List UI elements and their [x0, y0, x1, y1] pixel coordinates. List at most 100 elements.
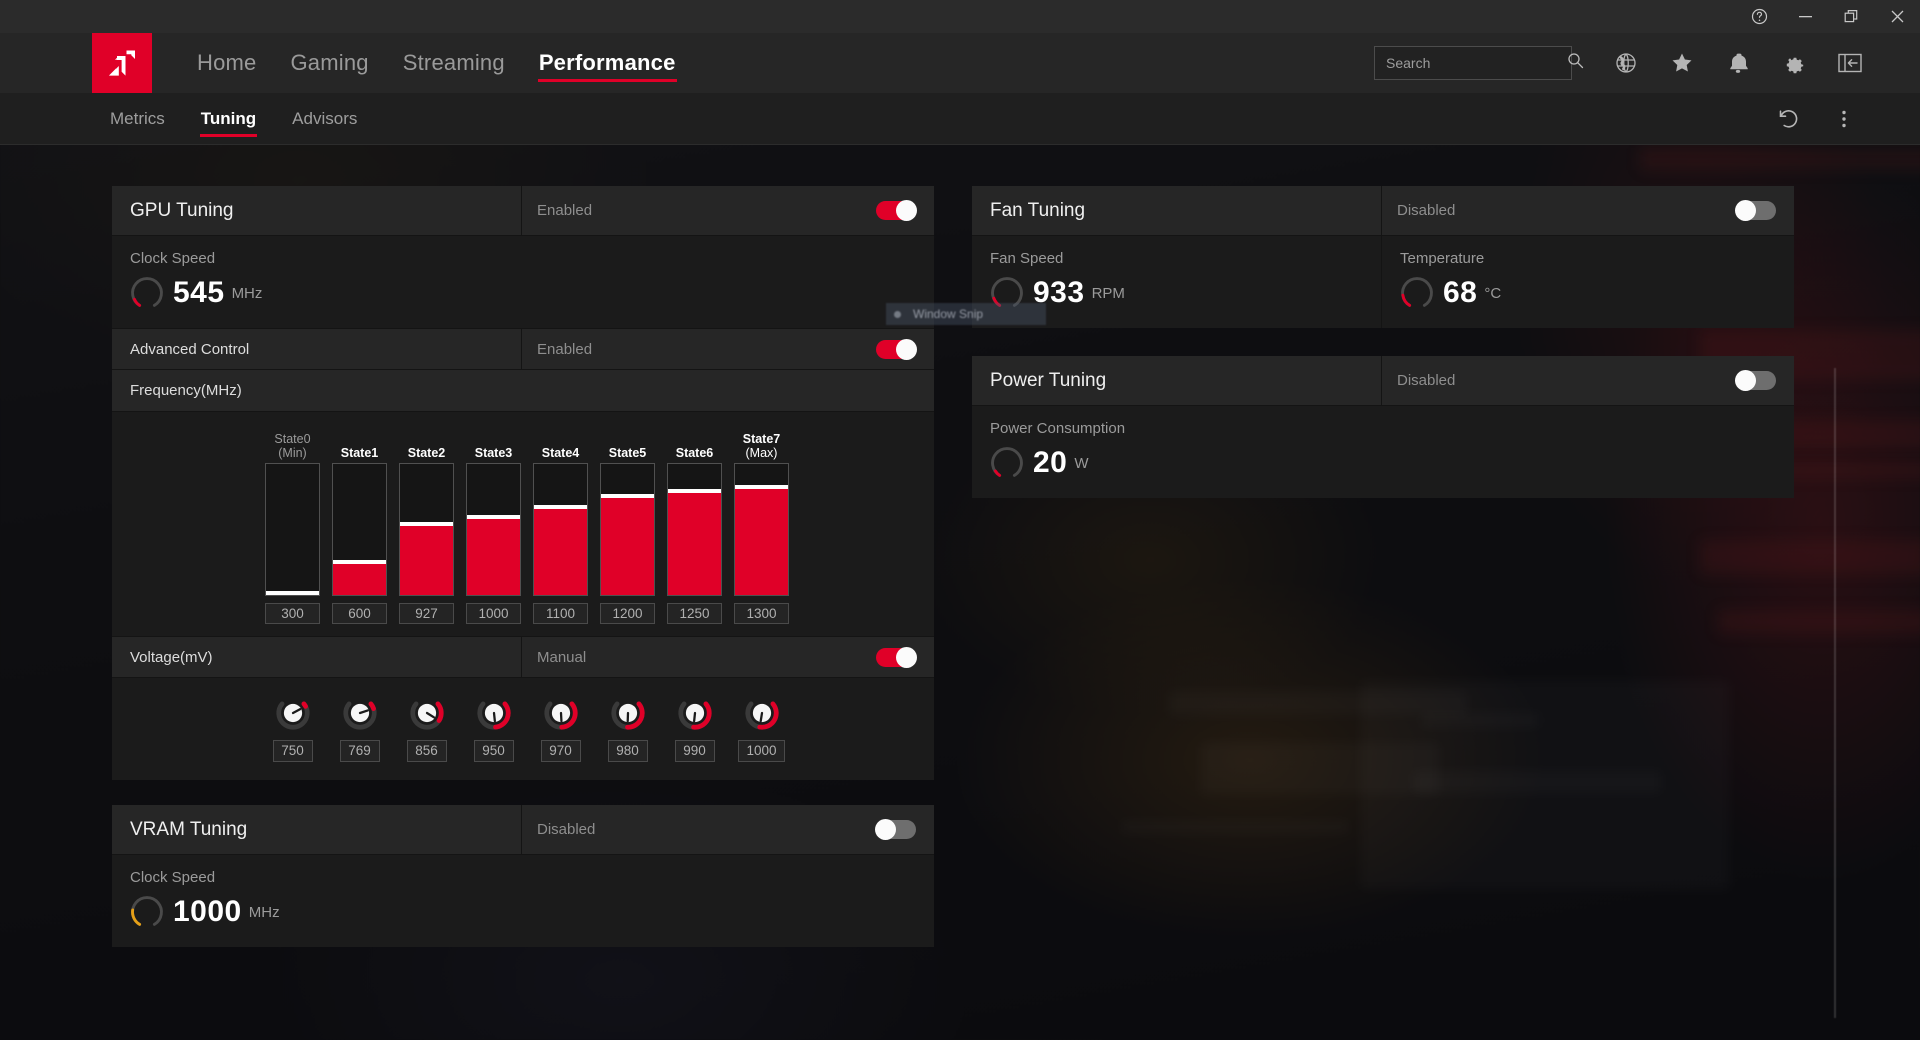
frequency-state-input[interactable]: 1000: [466, 603, 521, 624]
vram-tuning-toggle-row[interactable]: Disabled: [522, 805, 934, 854]
restore-button[interactable]: [1828, 0, 1874, 33]
vram-clock-speed-body: Clock Speed 1000 MHz: [112, 855, 934, 947]
reset-icon[interactable]: [1760, 96, 1816, 142]
help-button[interactable]: [1736, 0, 1782, 33]
voltage-row: Voltage(mV) Manual: [112, 636, 934, 678]
frequency-state-handle[interactable]: [534, 505, 587, 509]
minimize-button[interactable]: [1782, 0, 1828, 33]
search-icon[interactable]: [1567, 52, 1584, 74]
voltage-knob[interactable]: [676, 694, 714, 732]
power-tuning-header: Power Tuning Disabled: [972, 356, 1794, 406]
frequency-state-handle[interactable]: [601, 494, 654, 498]
voltage-knob-column: 950: [460, 694, 527, 762]
frequency-state-slider[interactable]: [533, 463, 588, 596]
voltage-knob[interactable]: [341, 694, 379, 732]
tab-advisors[interactable]: Advisors: [274, 93, 375, 145]
voltage-knob[interactable]: [542, 694, 580, 732]
frequency-state-fill: [467, 519, 520, 595]
power-consumption-body: Power Consumption 20 W: [972, 406, 1794, 498]
gear-icon[interactable]: [1766, 41, 1822, 85]
voltage-input[interactable]: 1000: [738, 740, 785, 762]
advanced-control-toggle[interactable]: [876, 338, 917, 360]
fan-tuning-toggle[interactable]: [1735, 200, 1776, 221]
voltage-input[interactable]: 980: [607, 740, 648, 762]
gpu-clock-speed-body: Clock Speed 545 MHz: [112, 236, 934, 328]
voltage-knob[interactable]: [743, 694, 781, 732]
frequency-state-input[interactable]: 1300: [734, 603, 789, 624]
gpu-tuning-toggle-row[interactable]: Enabled: [522, 186, 934, 235]
voltage-input[interactable]: 856: [406, 740, 447, 762]
nav-link-streaming[interactable]: Streaming: [386, 33, 522, 93]
frequency-state-handle[interactable]: [467, 515, 520, 519]
frequency-state-input[interactable]: 1200: [600, 603, 655, 624]
voltage-input[interactable]: 750: [272, 740, 313, 762]
amd-logo-icon[interactable]: [92, 33, 152, 93]
more-options-icon[interactable]: [1816, 96, 1872, 142]
frequency-state-slider[interactable]: [265, 463, 320, 596]
frequency-state-slider[interactable]: [734, 463, 789, 596]
power-tuning-toggle-row[interactable]: Disabled: [1382, 356, 1794, 405]
tab-tuning[interactable]: Tuning: [183, 93, 274, 145]
nav-link-home[interactable]: Home: [180, 33, 274, 93]
fan-tuning-state-label: Disabled: [1397, 202, 1456, 219]
voltage-knob[interactable]: [475, 694, 513, 732]
tab-metrics[interactable]: Metrics: [92, 93, 183, 145]
search-input[interactable]: [1386, 55, 1567, 71]
frequency-state-column: State1 600: [326, 426, 393, 624]
frequency-section-label: Frequency(MHz): [112, 370, 934, 412]
frequency-state-handle[interactable]: [400, 522, 453, 526]
frequency-state-label: State6: [675, 446, 714, 460]
vram-tuning-header: VRAM Tuning Disabled: [112, 805, 934, 855]
frequency-state-handle[interactable]: [333, 560, 386, 564]
frequency-state-label: State3: [474, 446, 513, 460]
power-tuning-toggle[interactable]: [1735, 370, 1776, 391]
search-box[interactable]: [1374, 46, 1584, 80]
vram-tuning-toggle[interactable]: [875, 819, 916, 840]
globe-icon[interactable]: [1598, 41, 1654, 85]
voltage-input[interactable]: 970: [540, 740, 581, 762]
frequency-state-input[interactable]: 1100: [533, 603, 588, 624]
voltage-toggle-row[interactable]: Manual: [522, 637, 934, 677]
frequency-state-input[interactable]: 300: [265, 603, 320, 624]
nav-link-label: Home: [197, 50, 257, 75]
voltage-input[interactable]: 990: [674, 740, 715, 762]
voltage-knob[interactable]: [274, 694, 312, 732]
frequency-state-slider[interactable]: [399, 463, 454, 596]
voltage-input[interactable]: 950: [473, 740, 514, 762]
frequency-state-label: State4: [541, 446, 580, 460]
nav-link-gaming[interactable]: Gaming: [274, 33, 386, 93]
voltage-toggle[interactable]: [876, 646, 917, 668]
panel-collapse-icon[interactable]: [1822, 41, 1878, 85]
frequency-state-slider[interactable]: [667, 463, 722, 596]
vram-clock-speed-gauge: [130, 895, 164, 929]
voltage-knob[interactable]: [609, 694, 647, 732]
fan-tuning-toggle-row[interactable]: Disabled: [1382, 186, 1794, 235]
gpu-tuning-state-label: Enabled: [537, 202, 593, 219]
advanced-control-toggle-row[interactable]: Enabled: [522, 329, 934, 369]
frequency-state-slider[interactable]: [466, 463, 521, 596]
voltage-input[interactable]: 769: [339, 740, 380, 762]
voltage-knob[interactable]: [408, 694, 446, 732]
frequency-state-fill: [735, 489, 788, 595]
frequency-state-slider[interactable]: [600, 463, 655, 596]
frequency-state-input[interactable]: 1250: [667, 603, 722, 624]
fan-tuning-header: Fan Tuning Disabled: [972, 186, 1794, 236]
star-icon[interactable]: [1654, 41, 1710, 85]
temperature-unit: °C: [1484, 284, 1502, 302]
close-button[interactable]: [1874, 0, 1920, 33]
fan-tuning-title: Fan Tuning: [972, 186, 1382, 235]
fan-speed-row: 933 RPM: [990, 276, 1381, 310]
frequency-state-handle[interactable]: [735, 485, 788, 489]
frequency-state-slider[interactable]: [332, 463, 387, 596]
temperature-gauge: [1400, 276, 1434, 310]
frequency-state-column: State0 (Min) 300: [259, 426, 326, 624]
frequency-state-input[interactable]: 927: [399, 603, 454, 624]
frequency-state-input[interactable]: 600: [332, 603, 387, 624]
frequency-state-handle[interactable]: [668, 489, 721, 493]
nav-link-performance[interactable]: Performance: [522, 33, 693, 93]
frequency-state-column: State2 927: [393, 426, 460, 624]
frequency-state-fill: [601, 498, 654, 595]
gpu-tuning-toggle[interactable]: [876, 200, 917, 221]
bell-icon[interactable]: [1710, 41, 1766, 85]
frequency-state-handle[interactable]: [266, 591, 319, 595]
